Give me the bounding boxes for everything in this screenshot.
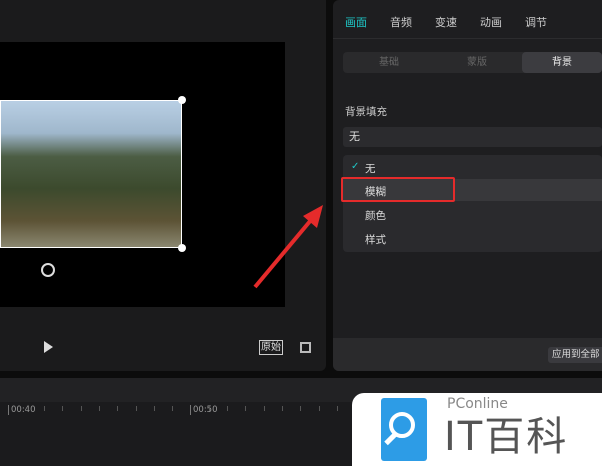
resize-handle[interactable] — [178, 96, 186, 104]
brand-text: PConline — [447, 396, 508, 412]
subtab-basic[interactable]: 基础 — [345, 52, 433, 73]
ruler-tick — [227, 406, 228, 411]
ruler-tick — [336, 406, 338, 411]
apply-to-all-button[interactable]: 应用到全部 — [548, 347, 602, 363]
ruler-tick — [80, 406, 82, 411]
watermark-logo: PConline IT百科 — [352, 393, 602, 466]
option-color[interactable]: 颜色 — [365, 208, 386, 223]
ruler-tick — [62, 406, 64, 411]
tab-audio[interactable]: 音频 — [390, 14, 412, 30]
tab-speed[interactable]: 变速 — [435, 14, 457, 30]
red-arrow-icon — [253, 205, 323, 289]
subtab-background[interactable]: 背景 — [522, 52, 602, 73]
ruler-tick — [44, 406, 45, 411]
ruler-tick — [153, 406, 155, 411]
check-icon: ✓ — [351, 161, 360, 172]
rotate-icon[interactable] — [41, 263, 55, 277]
option-style[interactable]: 样式 — [365, 232, 386, 247]
resize-handle[interactable] — [178, 244, 186, 252]
fullscreen-icon[interactable] — [300, 342, 311, 353]
option-none[interactable]: 无 — [365, 161, 376, 176]
ruler-tick — [318, 406, 320, 411]
divider — [333, 38, 602, 39]
ruler-tick — [117, 406, 119, 411]
ruler-tick — [263, 406, 265, 411]
ruler-tick — [208, 406, 210, 411]
highlight-box — [341, 177, 455, 202]
site-name-text: IT百科 — [444, 414, 569, 460]
timecode-mark: 00:40 — [8, 405, 36, 415]
tab-adjust[interactable]: 调节 — [525, 14, 547, 30]
original-ratio-button[interactable]: 原始 — [259, 340, 283, 355]
timecode-mark: 00:50 — [190, 405, 218, 415]
play-icon[interactable] — [44, 341, 53, 353]
ruler-tick — [98, 406, 100, 411]
ruler-tick — [281, 406, 283, 411]
background-fill-select[interactable]: 无 — [343, 127, 602, 147]
video-frame[interactable] — [0, 100, 182, 248]
pconline-logo-icon — [381, 398, 427, 461]
ruler-tick — [135, 406, 137, 411]
subtab-mask[interactable]: 蒙版 — [433, 52, 521, 73]
ruler-tick — [172, 406, 174, 411]
ruler-tick — [300, 406, 302, 411]
tab-picture[interactable]: 画面 — [345, 14, 367, 30]
tab-animation[interactable]: 动画 — [480, 14, 502, 30]
ruler-tick — [245, 406, 247, 411]
background-fill-label: 背景填充 — [345, 106, 387, 118]
